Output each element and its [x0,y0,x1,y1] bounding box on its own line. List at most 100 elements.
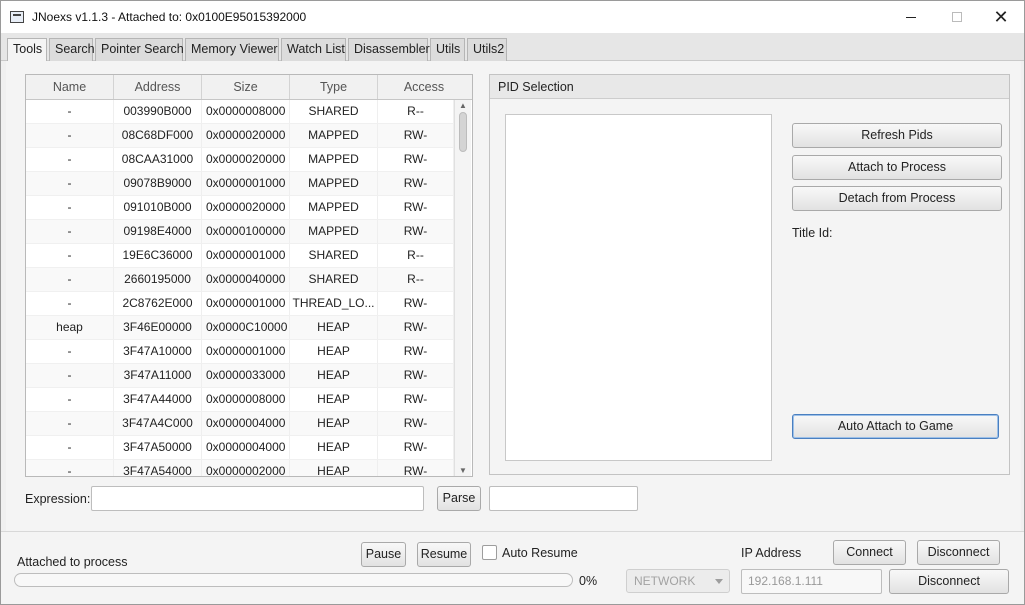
cell-address: 3F47A10000 [114,340,202,363]
cell-address: 3F47A54000 [114,460,202,476]
tab-pointer-search[interactable]: Pointer Search [95,38,184,61]
cell-size: 0x0000C10000 [202,316,290,339]
close-icon: ✕ [993,6,1009,27]
connect-button[interactable]: Connect [833,540,906,565]
minimize-button[interactable] [888,1,934,33]
cell-name: - [26,388,114,411]
column-header-address[interactable]: Address [114,75,202,99]
expression-input[interactable] [91,486,424,511]
cell-address: 3F47A4C000 [114,412,202,435]
cell-address: 3F47A50000 [114,436,202,459]
close-button[interactable]: ✕ [978,1,1024,33]
table-row[interactable]: -003990B000 0x0000008000 SHARED R-- [26,100,454,124]
cell-type: SHARED [290,268,378,291]
cell-size: 0x0000020000 [202,196,290,219]
tab-utils2[interactable]: Utils2 [467,38,507,61]
memory-regions-table: Name Address Size Type Access -003990B00… [25,74,473,477]
cell-access: RW- [378,196,454,219]
cell-name: - [26,364,114,387]
cell-size: 0x0000001000 [202,292,290,315]
ip-address-input[interactable]: 192.168.1.111 [741,569,882,594]
cell-name: - [26,460,114,476]
scrollbar-thumb[interactable] [459,112,467,152]
title-bar[interactable]: JNoexs v1.1.3 - Attached to: 0x0100E9501… [1,1,1024,33]
cell-size: 0x0000002000 [202,460,290,476]
table-row[interactable]: -08CAA31000 0x0000020000 MAPPED RW- [26,148,454,172]
table-row[interactable]: -3F47A54000 0x0000002000 HEAP RW- [26,460,454,476]
cell-type: HEAP [290,460,378,476]
cell-size: 0x0000001000 [202,244,290,267]
cell-name: - [26,412,114,435]
title-id-label: Title Id: [792,226,833,240]
tab-utils[interactable]: Utils [430,38,465,61]
cell-size: 0x0000008000 [202,388,290,411]
table-row[interactable]: -3F47A10000 0x0000001000 HEAP RW- [26,340,454,364]
table-row[interactable]: -3F47A44000 0x0000008000 HEAP RW- [26,388,454,412]
disconnect-button[interactable]: Disconnect [917,540,1000,565]
tab-disassembler[interactable]: Disassembler [348,38,430,61]
pid-list[interactable] [505,114,772,461]
app-icon [10,11,24,23]
chevron-down-icon [715,579,723,584]
progress-bar [14,573,573,587]
tab-watch-list[interactable]: Watch List [281,38,346,61]
disconnect-secondary-button[interactable]: Disconnect [889,569,1009,594]
table-row[interactable]: heap 3F46E00000 0x0000C10000 HEAP RW- [26,316,454,340]
table-row[interactable]: -08C68DF000 0x0000020000 MAPPED RW- [26,124,454,148]
tab-search[interactable]: Search [49,38,95,61]
scroll-down-icon[interactable]: ▼ [455,465,471,476]
cell-name: - [26,340,114,363]
cell-type: HEAP [290,364,378,387]
column-header-size[interactable]: Size [202,75,290,99]
table-body: -003990B000 0x0000008000 SHARED R-- -08C68DF… [26,100,454,476]
status-message: Attached to process [17,555,128,569]
detach-from-process-button[interactable]: Detach from Process [792,186,1002,211]
expression-label: Expression: [25,492,91,506]
parse-button[interactable]: Parse [437,486,481,511]
cell-size: 0x0000004000 [202,412,290,435]
scroll-up-icon[interactable]: ▲ [455,100,471,112]
cell-type: MAPPED [290,196,378,219]
table-row[interactable]: -2C8762E000 0x0000001000 THREAD_LO... RW- [26,292,454,316]
connection-mode-value: NETWORK [634,574,696,588]
attach-to-process-button[interactable]: Attach to Process [792,155,1002,180]
tab-memory-viewer[interactable]: Memory Viewer [185,38,279,61]
column-header-access[interactable]: Access [378,75,470,99]
cell-size: 0x0000020000 [202,148,290,171]
column-header-type[interactable]: Type [290,75,378,99]
cell-size: 0x0000001000 [202,340,290,363]
column-header-name[interactable]: Name [26,75,114,99]
table-row[interactable]: -3F47A50000 0x0000004000 HEAP RW- [26,436,454,460]
main-window: JNoexs v1.1.3 - Attached to: 0x0100E9501… [0,0,1025,605]
refresh-pids-button[interactable]: Refresh Pids [792,123,1002,148]
cell-access: R-- [378,100,454,123]
cell-type: THREAD_LO... [290,292,378,315]
maximize-button[interactable] [934,1,980,33]
tab-bar: Tools Search Pointer Search Memory Viewe… [1,33,1024,62]
auto-resume-checkbox[interactable] [482,545,497,560]
pause-button[interactable]: Pause [361,542,406,567]
cell-type: MAPPED [290,220,378,243]
table-row[interactable]: -2660195000 0x0000040000 SHARED R-- [26,268,454,292]
connection-mode-select[interactable]: NETWORK [626,569,730,593]
table-row[interactable]: -09198E4000 0x0000100000 MAPPED RW- [26,220,454,244]
cell-size: 0x0000033000 [202,364,290,387]
cell-size: 0x0000004000 [202,436,290,459]
cell-type: HEAP [290,388,378,411]
cell-address: 3F47A44000 [114,388,202,411]
table-row[interactable]: -3F47A4C000 0x0000004000 HEAP RW- [26,412,454,436]
cell-name: - [26,220,114,243]
tab-tools[interactable]: Tools [7,38,47,62]
table-row[interactable]: -091010B000 0x0000020000 MAPPED RW- [26,196,454,220]
resume-button[interactable]: Resume [417,542,471,567]
cell-size: 0x0000100000 [202,220,290,243]
cell-name: - [26,196,114,219]
table-row[interactable]: -09078B9000 0x0000001000 MAPPED RW- [26,172,454,196]
pid-selection-header: PID Selection [490,75,1009,99]
table-row[interactable]: -19E6C36000 0x0000001000 SHARED R-- [26,244,454,268]
table-row[interactable]: -3F47A11000 0x0000033000 HEAP RW- [26,364,454,388]
table-scrollbar[interactable]: ▲ ▼ [454,100,471,476]
auto-attach-button[interactable]: Auto Attach to Game [792,414,999,439]
ip-address-label: IP Address [741,546,802,560]
expression-result-field[interactable] [489,486,638,511]
